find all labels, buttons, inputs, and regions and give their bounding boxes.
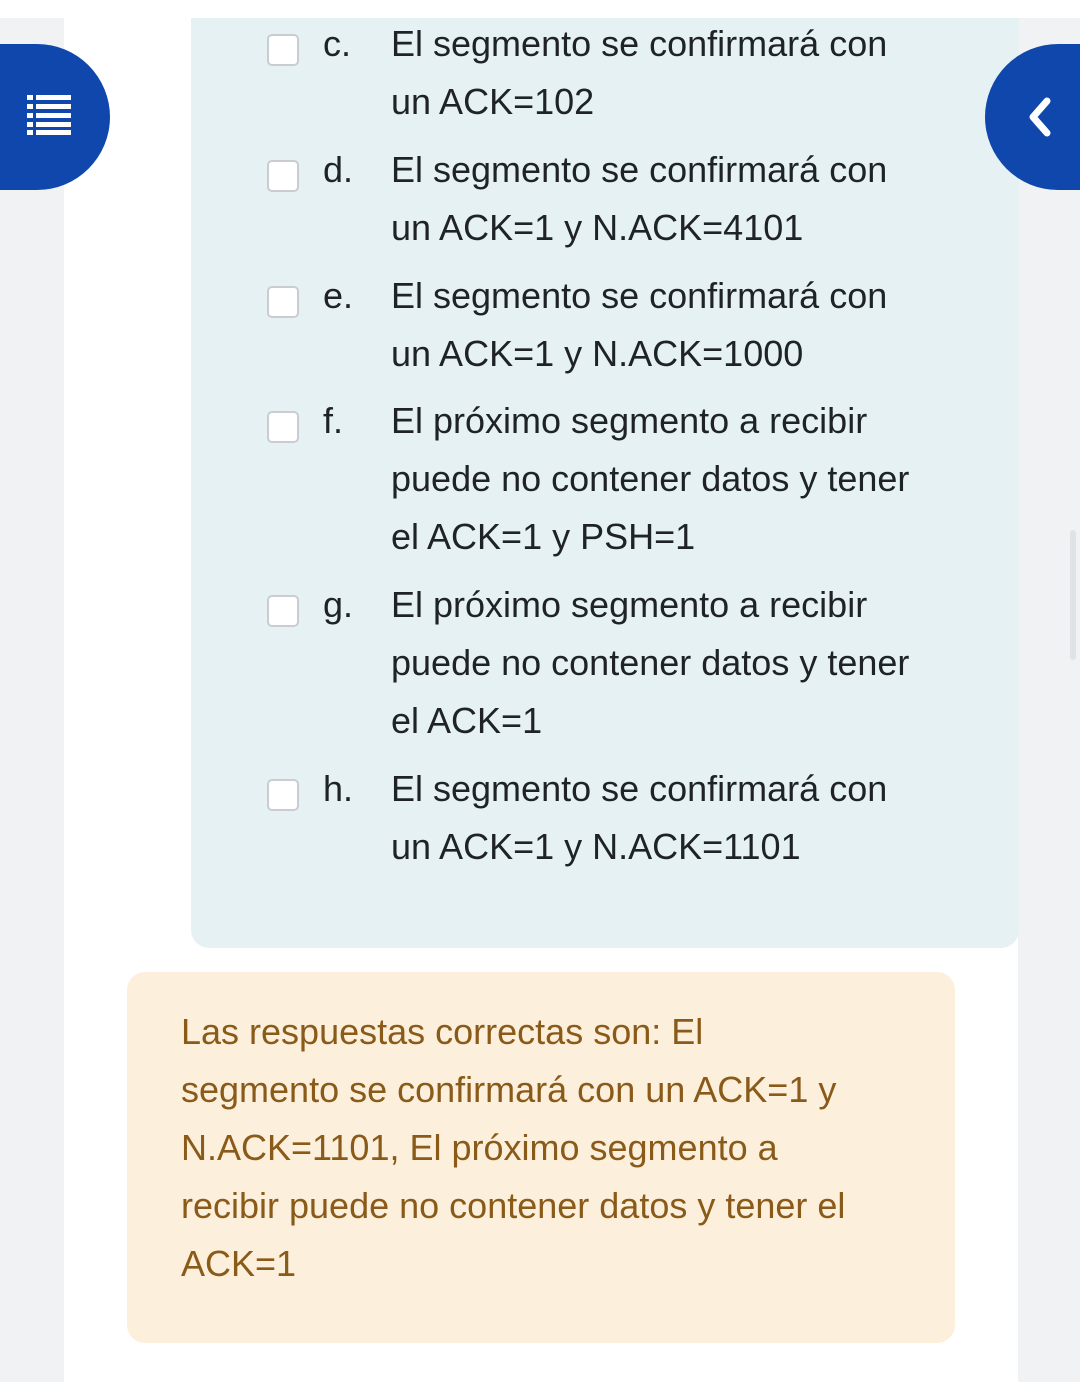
option-letter: e. xyxy=(323,275,354,316)
option-text-line: El próximo segmento a recibir xyxy=(391,400,868,441)
option-checkbox[interactable] xyxy=(267,595,299,627)
option-text: El segmento se confirmará con un ACK=1 y… xyxy=(391,141,961,257)
option-checkbox[interactable] xyxy=(267,34,299,66)
option-checkbox[interactable] xyxy=(267,286,299,318)
option-text-line: un ACK=1 y N.ACK=1000 xyxy=(391,333,804,374)
option-text: El segmento se confirmará con un ACK=1 y… xyxy=(391,760,961,876)
option-checkbox[interactable] xyxy=(267,160,299,192)
quiz-review-page: c. El segmento se confirmará con un ACK=… xyxy=(0,0,1080,1382)
scroll-indicator[interactable] xyxy=(1070,530,1076,660)
option-text: El próximo segmento a recibir puede no c… xyxy=(391,576,961,750)
list-icon xyxy=(27,95,71,135)
answer-options-panel: c. El segmento se confirmará con un ACK=… xyxy=(191,18,1019,948)
option-text: El segmento se confirmará con un ACK=1 y… xyxy=(391,267,961,383)
option-text-line: El segmento se confirmará con xyxy=(391,149,888,190)
option-letter: g. xyxy=(323,584,354,625)
option-text-line: puede no contener datos y tener xyxy=(391,642,910,683)
feedback-line: segmento se confirmará con un ACK=1 y xyxy=(181,1069,837,1110)
option-text: El segmento se confirmará con un ACK=102 xyxy=(391,15,961,131)
option-letter: c. xyxy=(323,23,352,64)
option-letter: d. xyxy=(323,149,354,190)
feedback-line: Las respuestas correctas son: El xyxy=(181,1011,704,1052)
feedback-text: Las respuestas correctas son: El segment… xyxy=(181,1003,901,1293)
option-text-line: El segmento se confirmará con xyxy=(391,768,888,809)
option-text-line: puede no contener datos y tener xyxy=(391,458,910,499)
correct-answers-feedback: Las respuestas correctas son: El segment… xyxy=(127,972,955,1343)
option-checkbox[interactable] xyxy=(267,779,299,811)
feedback-line: ACK=1 xyxy=(181,1243,297,1284)
option-text-line: el ACK=1 xyxy=(391,700,543,741)
option-checkbox[interactable] xyxy=(267,411,299,443)
option-text-line: El segmento se confirmará con xyxy=(391,23,888,64)
option-text-line: el ACK=1 y PSH=1 xyxy=(391,516,696,557)
option-text-line: El segmento se confirmará con xyxy=(391,275,888,316)
option-text: El próximo segmento a recibir puede no c… xyxy=(391,392,961,566)
option-text-line: un ACK=1 y N.ACK=4101 xyxy=(391,207,804,248)
option-letter: f. xyxy=(323,400,344,441)
option-text-line: un ACK=102 xyxy=(391,81,595,122)
chevron-left-icon xyxy=(1025,95,1055,139)
option-text-line: El próximo segmento a recibir xyxy=(391,584,868,625)
option-letter: h. xyxy=(323,768,354,809)
option-text-line: un ACK=1 y N.ACK=1101 xyxy=(391,826,801,867)
feedback-line: N.ACK=1101, El próximo segmento a xyxy=(181,1127,778,1168)
feedback-line: recibir puede no contener datos y tener … xyxy=(181,1185,846,1226)
